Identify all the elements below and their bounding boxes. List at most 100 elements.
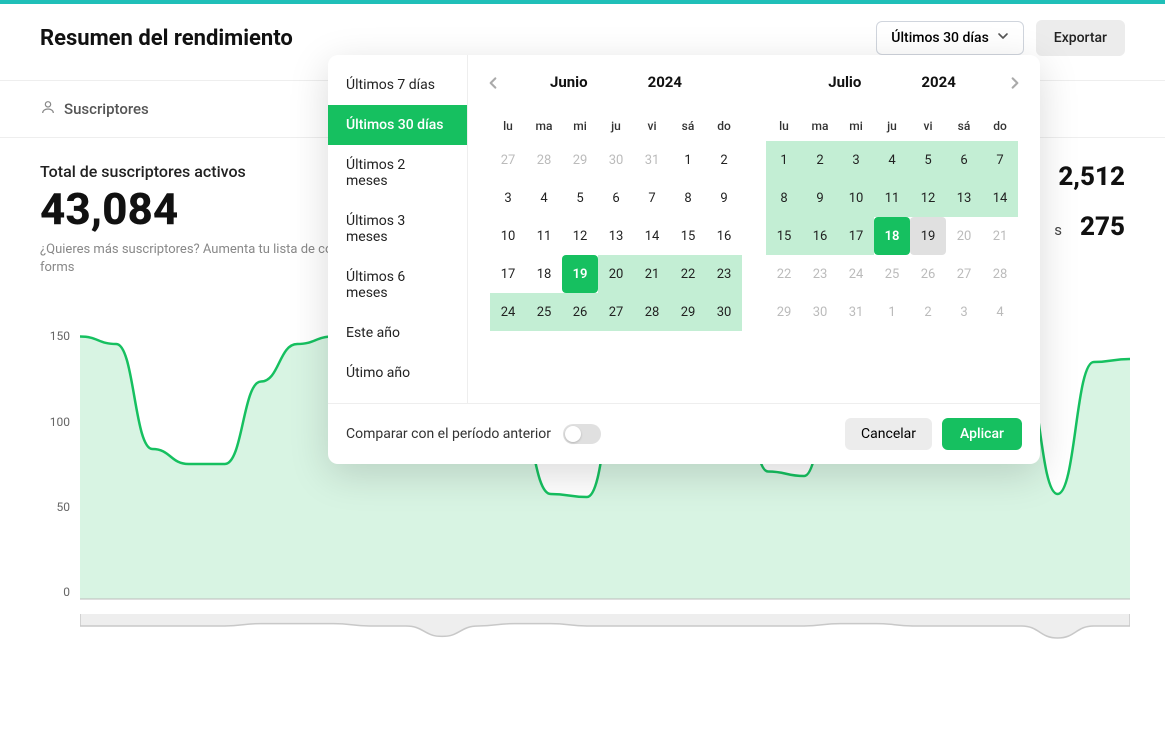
chevron-down-icon bbox=[997, 30, 1009, 46]
calendar-day[interactable]: 3 bbox=[490, 179, 526, 217]
calendar-dow: mi bbox=[838, 111, 874, 141]
calendar-day[interactable]: 1 bbox=[766, 141, 802, 179]
prev-month-button[interactable] bbox=[482, 71, 504, 98]
stat-row-value: 275 bbox=[1080, 212, 1125, 242]
compare-label: Comparar con el período anterior bbox=[346, 426, 551, 442]
calendar-day[interactable]: 4 bbox=[526, 179, 562, 217]
calendar-day[interactable]: 16 bbox=[802, 217, 838, 255]
calendar-day[interactable]: 7 bbox=[634, 179, 670, 217]
preset-item[interactable]: Últimos 6 meses bbox=[328, 257, 467, 313]
calendar-day: 30 bbox=[802, 293, 838, 331]
calendar-dow: do bbox=[706, 111, 742, 141]
calendar-day[interactable]: 5 bbox=[562, 179, 598, 217]
preset-item[interactable]: Útimo año bbox=[328, 353, 467, 393]
calendar-day[interactable]: 9 bbox=[802, 179, 838, 217]
calendar-day[interactable]: 15 bbox=[670, 217, 706, 255]
calendar-day[interactable]: 3 bbox=[838, 141, 874, 179]
calendar-grid: lumamijuvisádo27282930311234567891011121… bbox=[490, 111, 742, 331]
date-range-dropdown[interactable]: Últimos 30 días bbox=[876, 21, 1023, 55]
calendar-year: 2024 bbox=[648, 73, 682, 91]
calendar-day[interactable]: 8 bbox=[766, 179, 802, 217]
preset-item[interactable]: Este año bbox=[328, 313, 467, 353]
calendar-day[interactable]: 26 bbox=[562, 293, 598, 331]
calendar-day: 29 bbox=[766, 293, 802, 331]
tab-subscribers[interactable]: Suscriptores bbox=[40, 81, 149, 137]
calendar-day: 27 bbox=[490, 141, 526, 179]
calendar-day[interactable]: 12 bbox=[910, 179, 946, 217]
chart-y-axis: 150 100 50 0 bbox=[40, 329, 70, 599]
calendar-dow: do bbox=[982, 111, 1018, 141]
calendar-day[interactable]: 27 bbox=[598, 293, 634, 331]
calendar-day[interactable]: 8 bbox=[670, 179, 706, 217]
calendar-day[interactable]: 30 bbox=[706, 293, 742, 331]
calendar-dow: ju bbox=[598, 111, 634, 141]
calendar-day: 27 bbox=[946, 255, 982, 293]
calendar-grid: lumamijuvisádo12345678910111213141516171… bbox=[766, 111, 1018, 331]
calendar-day[interactable]: 17 bbox=[838, 217, 874, 255]
calendar-header: Julio2024 bbox=[766, 73, 1018, 91]
calendar-dow: vi bbox=[634, 111, 670, 141]
preset-item[interactable]: Últimos 2 meses bbox=[328, 145, 467, 201]
calendar-header: Junio 2024 bbox=[490, 73, 742, 91]
export-button[interactable]: Exportar bbox=[1036, 20, 1125, 56]
calendar-day: 2 bbox=[910, 293, 946, 331]
preset-item[interactable]: Últimos 3 meses bbox=[328, 201, 467, 257]
header-actions: Últimos 30 días Exportar bbox=[876, 20, 1125, 56]
calendar-day[interactable]: 18 bbox=[526, 255, 562, 293]
calendar-day[interactable]: 13 bbox=[598, 217, 634, 255]
calendar-month: Junio bbox=[550, 73, 588, 91]
y-tick: 0 bbox=[40, 585, 70, 599]
calendar-day[interactable]: 6 bbox=[598, 179, 634, 217]
calendar-day[interactable]: 11 bbox=[874, 179, 910, 217]
calendar-day[interactable]: 5 bbox=[910, 141, 946, 179]
stat-row-other: s 275 bbox=[1054, 212, 1125, 242]
calendar-day: 26 bbox=[910, 255, 946, 293]
calendar-day[interactable]: 1 bbox=[670, 141, 706, 179]
calendar-day[interactable]: 11 bbox=[526, 217, 562, 255]
calendar-day[interactable]: 23 bbox=[706, 255, 742, 293]
calendar-day[interactable]: 19 bbox=[562, 255, 598, 293]
calendar-day[interactable]: 14 bbox=[634, 217, 670, 255]
cancel-button[interactable]: Cancelar bbox=[845, 418, 932, 450]
y-tick: 150 bbox=[40, 329, 70, 343]
calendar-left: Junio2024lumamijuvisádo27282930311234567… bbox=[478, 73, 754, 385]
preset-item[interactable]: Últimos 30 días bbox=[328, 105, 467, 145]
calendar-day: 31 bbox=[634, 141, 670, 179]
calendar-day[interactable]: 14 bbox=[982, 179, 1018, 217]
y-tick: 50 bbox=[40, 500, 70, 514]
preset-item[interactable]: Últimos 7 días bbox=[328, 65, 467, 105]
calendar-day[interactable]: 24 bbox=[490, 293, 526, 331]
calendar-day[interactable]: 20 bbox=[598, 255, 634, 293]
apply-button[interactable]: Aplicar bbox=[942, 418, 1022, 450]
calendar-day[interactable]: 10 bbox=[490, 217, 526, 255]
calendar-day[interactable]: 2 bbox=[802, 141, 838, 179]
calendar-day[interactable]: 15 bbox=[766, 217, 802, 255]
calendar-day[interactable]: 28 bbox=[634, 293, 670, 331]
compare-row: Comparar con el período anterior bbox=[346, 424, 601, 444]
calendar-day[interactable]: 12 bbox=[562, 217, 598, 255]
calendar-day[interactable]: 22 bbox=[670, 255, 706, 293]
calendar-day[interactable]: 21 bbox=[634, 255, 670, 293]
calendar-day: 29 bbox=[562, 141, 598, 179]
calendar-day[interactable]: 25 bbox=[526, 293, 562, 331]
compare-toggle[interactable] bbox=[563, 424, 601, 444]
calendar-day[interactable]: 9 bbox=[706, 179, 742, 217]
calendar-day[interactable]: 13 bbox=[946, 179, 982, 217]
calendar-day: 23 bbox=[802, 255, 838, 293]
calendar-day[interactable]: 16 bbox=[706, 217, 742, 255]
calendar-day[interactable]: 4 bbox=[874, 141, 910, 179]
calendar-day[interactable]: 7 bbox=[982, 141, 1018, 179]
calendar-right: Julio2024lumamijuvisádo12345678910111213… bbox=[754, 73, 1030, 385]
calendar-dow: lu bbox=[766, 111, 802, 141]
calendar-day[interactable]: 19 bbox=[910, 217, 946, 255]
calendar-dow: sá bbox=[670, 111, 706, 141]
calendar-day[interactable]: 29 bbox=[670, 293, 706, 331]
calendar-dow: ma bbox=[802, 111, 838, 141]
calendar-day[interactable]: 6 bbox=[946, 141, 982, 179]
calendar-day: 22 bbox=[766, 255, 802, 293]
calendar-day[interactable]: 18 bbox=[874, 217, 910, 255]
next-month-button[interactable] bbox=[1004, 71, 1026, 98]
calendar-day[interactable]: 2 bbox=[706, 141, 742, 179]
calendar-day[interactable]: 10 bbox=[838, 179, 874, 217]
calendar-day[interactable]: 17 bbox=[490, 255, 526, 293]
